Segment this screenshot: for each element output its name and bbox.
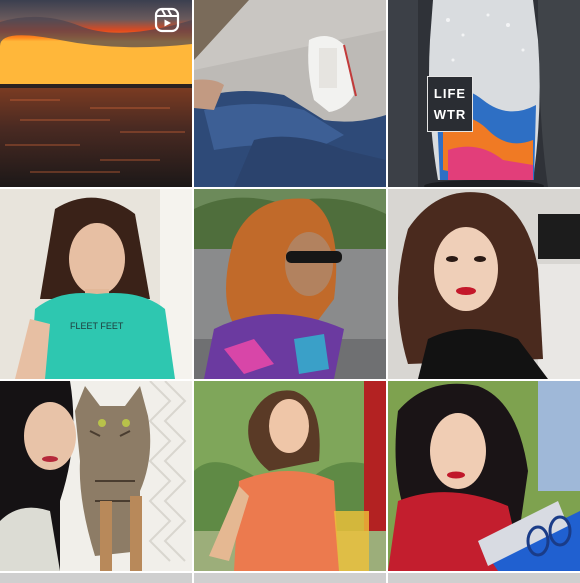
post-thumbnail-cat[interactable]	[0, 381, 192, 571]
post-thumbnail-copper-hair[interactable]	[194, 189, 386, 379]
water-bottle-image	[388, 0, 580, 187]
bottle-label-line-2: WTR	[433, 107, 467, 122]
post-thumbnail-red-lipstick[interactable]	[388, 189, 580, 379]
post-thumbnail-sunset[interactable]	[0, 0, 192, 187]
cat-image	[0, 381, 192, 571]
post-thumbnail-partial-1[interactable]	[0, 573, 192, 583]
red-lipstick-image	[388, 189, 580, 379]
sneakers-image	[194, 0, 386, 187]
copper-hair-image	[194, 189, 386, 379]
post-thumbnail-partial-2[interactable]	[194, 573, 386, 583]
red-top-image	[388, 381, 580, 571]
post-thumbnail-sneakers[interactable]	[194, 0, 386, 187]
bottle-label-line-1: LIFE	[433, 86, 467, 101]
post-thumbnail-partial-3[interactable]	[388, 573, 580, 583]
post-thumbnail-teal-shirt[interactable]: FLEET FEET	[0, 189, 192, 379]
bottle-brand-label: LIFE WTR	[427, 76, 473, 132]
teal-shirt-image: FLEET FEET	[0, 189, 192, 379]
reels-icon	[154, 7, 180, 33]
post-thumbnail-orange-shirt[interactable]	[194, 381, 386, 571]
svg-text:FLEET FEET: FLEET FEET	[70, 321, 124, 331]
orange-shirt-image	[194, 381, 386, 571]
post-thumbnail-water-bottle[interactable]: LIFE WTR	[388, 0, 580, 187]
post-thumbnail-red-top[interactable]	[388, 381, 580, 571]
post-grid: LIFE WTR FLEET FEET	[0, 0, 580, 583]
